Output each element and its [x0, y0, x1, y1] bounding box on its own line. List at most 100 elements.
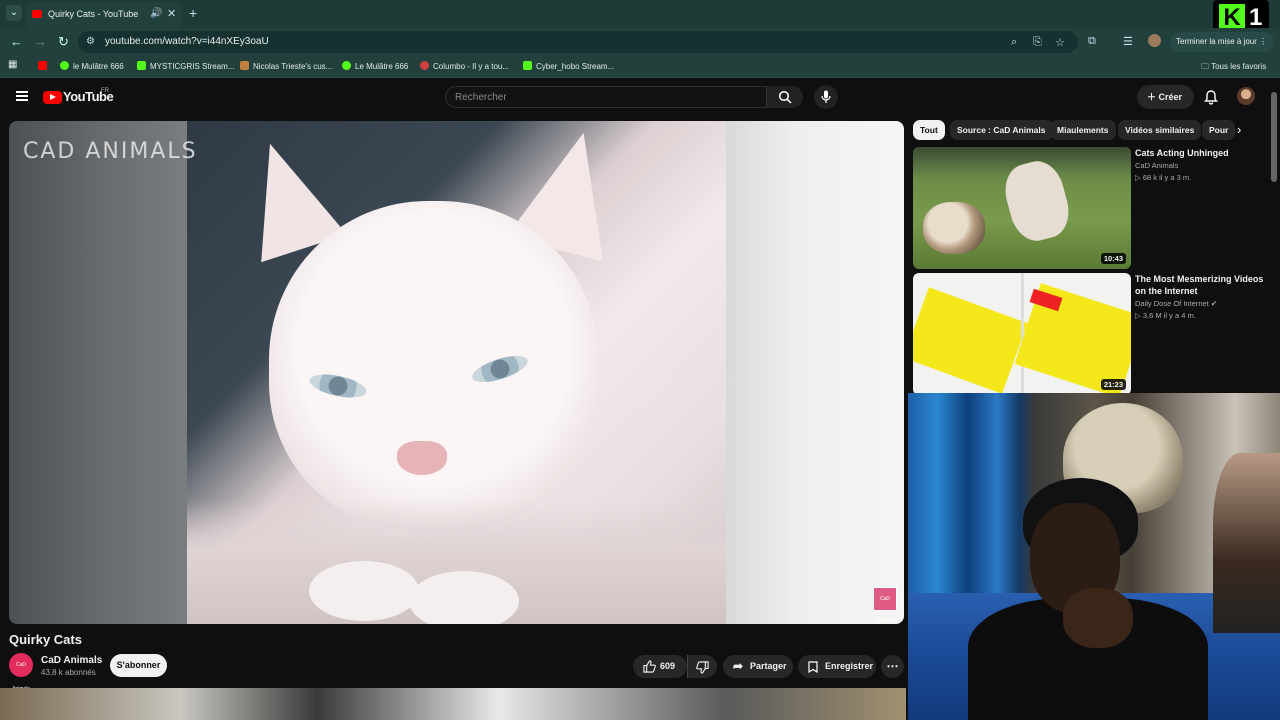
notifications-bell-icon[interactable] — [1203, 89, 1219, 105]
recommendation-meta: ▷ 68 k il y a 3 m. — [1135, 173, 1191, 182]
bookmark-label: Nicolas Trieste's cus... — [253, 62, 333, 71]
video-duration: 10:43 — [1100, 253, 1126, 264]
search-placeholder: Rechercher — [455, 92, 507, 103]
more-actions-icon[interactable]: ⋯ — [881, 655, 904, 678]
tab-title: Quirky Cats - YouTube — [48, 9, 139, 19]
cat-head — [269, 201, 599, 531]
columbo-icon — [420, 61, 429, 70]
channel-name[interactable]: CaD Animals — [41, 655, 102, 666]
tab-search-chevron-icon[interactable]: ⌄ — [6, 5, 22, 21]
create-button[interactable]: ＋ Créer — [1137, 85, 1194, 109]
recommendation-title[interactable]: The Most Mesmerizing Videos on the Inter… — [1135, 273, 1265, 297]
reading-list-icon[interactable]: ☰ — [1123, 35, 1133, 48]
menu-hamburger-icon[interactable] — [16, 91, 28, 101]
zoom-icon[interactable]: ⌕ — [1011, 36, 1017, 49]
bookmarks-bar: ▦ le Mulâtre 666 MYSTICGRIS Stream... Ni… — [0, 56, 1280, 78]
video-blur-right — [726, 121, 904, 624]
video-blur-left — [9, 121, 187, 624]
update-button[interactable]: Terminer la mise à jour ⋮ — [1170, 32, 1274, 52]
subscribe-button[interactable]: S'abonner — [110, 654, 167, 677]
video-player[interactable]: CAD ANIMALS CaD Animals — [9, 121, 904, 624]
site-info-icon[interactable]: ⚙ — [86, 36, 98, 48]
video-thumbnail[interactable]: 10:43 — [913, 147, 1131, 269]
all-bookmarks-label: Tous les favoris — [1211, 62, 1267, 71]
video-thumbnail[interactable]: 21:23 — [913, 273, 1131, 395]
folder-icon: 🗀 — [1201, 62, 1212, 71]
deer-icon — [240, 61, 249, 70]
bookmark-item[interactable]: Nicolas Trieste's cus... — [240, 61, 332, 71]
share-label: Partager — [750, 661, 787, 671]
recommendation-channel[interactable]: Daily Dose Of Internet ✔ — [1135, 299, 1217, 308]
description-preview-image — [0, 688, 906, 720]
pug-figure — [923, 202, 985, 254]
bookmark-item[interactable]: le Mulâtre 666 — [60, 61, 124, 71]
browser-toolbar: ← → ↻ ⚙ youtube.com/watch?v=i44nXEy3oaU … — [0, 28, 1280, 56]
page-scrollbar[interactable] — [1271, 92, 1277, 182]
address-bar[interactable]: ⚙ youtube.com/watch?v=i44nXEy3oaU ⌕ ⎘ ☆ — [78, 31, 1078, 53]
search-button[interactable] — [767, 86, 803, 108]
play-count-icon: ▷ — [1135, 173, 1143, 182]
save-label: Enregistrer — [825, 661, 874, 671]
browser-tab[interactable]: Quirky Cats - YouTube 🔊 ✕ — [26, 2, 182, 28]
new-tab-icon[interactable]: + — [189, 5, 197, 21]
play-icon — [60, 61, 69, 70]
bookmark-label: le Mulâtre 666 — [73, 62, 124, 71]
recommendation-title[interactable]: Cats Acting Unhinged — [1135, 147, 1265, 159]
recommendation-item[interactable]: 10:43 Cats Acting Unhinged CaD Animals ▷… — [913, 147, 1273, 269]
bookmark-item[interactable]: Le Mulâtre 666 — [342, 61, 408, 71]
dislike-button[interactable] — [687, 655, 717, 678]
video-watermark: CAD ANIMALS — [23, 139, 198, 164]
upload-age: il y a 4 m. — [1163, 311, 1196, 320]
chip-all[interactable]: Tout — [913, 120, 945, 140]
chip-source[interactable]: Source : CaD Animals — [950, 120, 1053, 140]
update-button-label: Terminer la mise à jour — [1176, 37, 1257, 46]
yellow-sign-left — [913, 287, 1028, 394]
chip-meows[interactable]: Miaulements — [1050, 120, 1116, 140]
streamer — [968, 478, 1208, 720]
close-tab-icon[interactable]: ✕ — [167, 7, 176, 20]
like-button[interactable]: 609 — [633, 655, 687, 678]
share-button[interactable]: ➦ Partager — [723, 655, 793, 678]
reload-icon[interactable]: ↻ — [58, 34, 69, 50]
video-title: Quirky Cats — [9, 632, 82, 647]
account-avatar[interactable] — [1237, 87, 1255, 105]
bookmark-item[interactable]: Cyber_hobo Stream... — [523, 61, 614, 71]
back-arrow-icon[interactable]: ← — [10, 34, 23, 49]
youtube-favicon-icon — [32, 10, 42, 18]
profile-avatar-icon[interactable] — [1148, 34, 1161, 47]
channel-avatar[interactable]: CaD Animals — [9, 653, 33, 692]
install-app-icon[interactable]: ⎘ — [1033, 36, 1042, 49]
bookmark-item[interactable] — [38, 61, 51, 71]
chip-for-you[interactable]: Pour — [1202, 120, 1236, 140]
youtube-logo-icon[interactable] — [43, 91, 62, 104]
kick-icon — [523, 61, 532, 70]
cat-paw-left — [309, 561, 419, 621]
search-input[interactable]: Rechercher — [445, 86, 767, 108]
forward-arrow-icon[interactable]: → — [34, 34, 47, 49]
play-icon — [342, 61, 351, 70]
kick-icon — [137, 61, 146, 70]
browser-tab-strip: ⌄ Quirky Cats - YouTube 🔊 ✕ + — [0, 0, 1280, 28]
share-arrow-icon: ➦ — [733, 659, 744, 673]
region-code: FR — [101, 88, 109, 94]
bookmark-star-icon[interactable]: ☆ — [1055, 36, 1065, 49]
channel-label: Daily Dose Of Internet — [1135, 299, 1209, 308]
filter-chips: Tout Source : CaD Animals Miaulements Vi… — [913, 120, 1273, 142]
speaker-icon[interactable]: 🔊 — [150, 8, 162, 19]
chip-similar[interactable]: Vidéos similaires — [1118, 120, 1202, 140]
recommendation-channel[interactable]: CaD Animals — [1135, 161, 1178, 170]
bookmark-item[interactable]: MYSTICGRIS Stream... — [137, 61, 234, 71]
apps-grid-icon[interactable]: ▦ — [8, 59, 17, 70]
recommendation-item[interactable]: 21:23 The Most Mesmerizing Videos on the… — [913, 273, 1273, 395]
voice-search-button[interactable] — [814, 85, 838, 109]
webcam-overlay — [908, 393, 1280, 720]
bookmark-item[interactable]: Columbo - Il y a tou... — [420, 61, 509, 71]
channel-watermark-badge[interactable]: CaD Animals — [873, 587, 897, 624]
bookmark-icon — [808, 661, 818, 673]
extensions-icon[interactable]: ⧉ — [1088, 35, 1096, 48]
like-count: 609 — [660, 661, 676, 671]
chevron-right-icon[interactable]: › — [1237, 122, 1241, 137]
all-bookmarks-folder[interactable]: 🗀 Tous les favoris — [1201, 61, 1266, 75]
view-count: 3,6 M — [1142, 311, 1162, 320]
save-button[interactable]: Enregistrer — [798, 655, 876, 678]
